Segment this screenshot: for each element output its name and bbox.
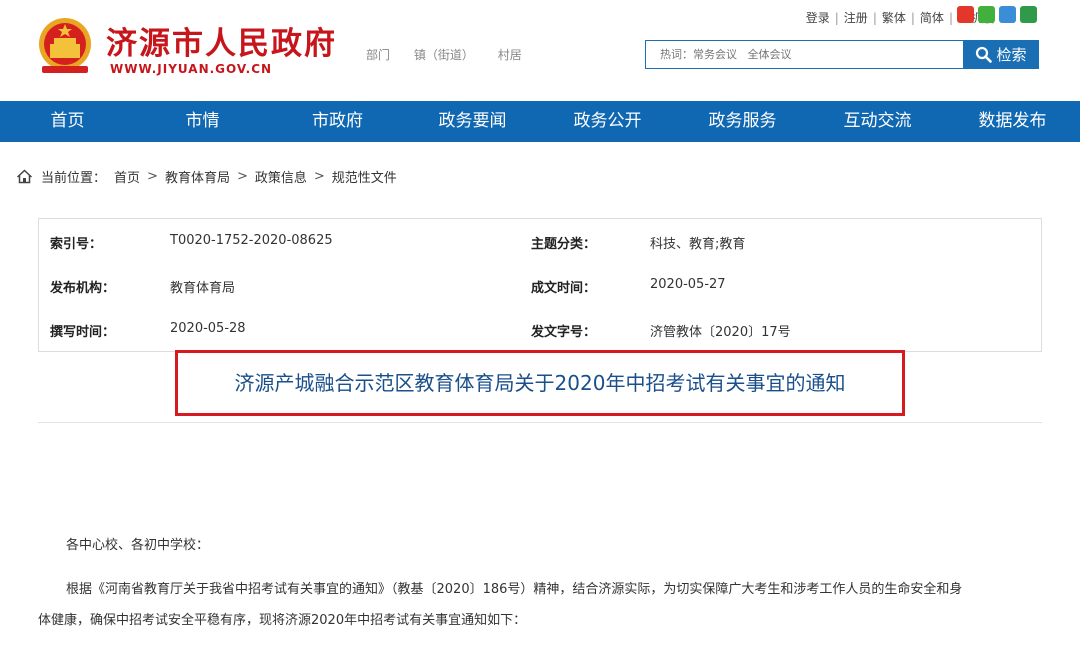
breadcrumb: 当前位置： 首页 > 教育体育局 > 政策信息 > 规范性文件 — [16, 167, 397, 186]
body-paragraph-line-2: 体健康，确保中招考试安全平稳有序，现将济源2020年中招考试有关事宜通知如下： — [38, 613, 527, 628]
national-emblem-icon — [39, 18, 91, 73]
document-number-label: 发文字号： — [531, 325, 597, 340]
nav-home[interactable]: 首页 — [0, 101, 135, 142]
search-icon — [976, 46, 993, 63]
compose-date-value: 2020-05-28 — [170, 321, 246, 336]
subject-category-label: 主题分类： — [531, 237, 597, 252]
nav-interaction[interactable]: 互动交流 — [810, 101, 945, 142]
index-number-label: 索引号： — [50, 237, 103, 252]
accessibility-icon[interactable] — [1020, 6, 1037, 23]
issuing-agency-label: 发布机构： — [50, 281, 116, 296]
search-button-label: 检索 — [996, 46, 1027, 64]
greeting-text: 各中心校、各初中学校： — [66, 538, 210, 553]
nav-data-release[interactable]: 数据发布 — [945, 101, 1080, 142]
social-icons — [957, 6, 1041, 25]
written-date-value: 2020-05-27 — [650, 277, 726, 292]
wechat-icon[interactable] — [978, 6, 995, 23]
search-box — [645, 40, 963, 69]
subject-category-value: 科技、教育;教育 — [650, 237, 746, 252]
nav-government-news[interactable]: 政务要闻 — [405, 101, 540, 142]
register-link[interactable]: 注册 — [844, 11, 868, 25]
body-paragraph-line-1: 根据《河南省教育厅关于我省中招考试有关事宜的通知》（教基〔2020〕186号）精… — [66, 582, 963, 597]
issuing-agency-value: 教育体育局 — [170, 281, 236, 296]
simplified-chinese-link[interactable]: 简体 — [920, 11, 944, 25]
nav-government-disclosure[interactable]: 政务公开 — [540, 101, 675, 142]
sub-link-villages[interactable]: 村居 — [498, 48, 522, 62]
nav-city-government[interactable]: 市政府 — [270, 101, 405, 142]
site-header: 济源市人民政府 WWW.JIYUAN.GOV.CN 部门 镇（街道） 村居 登录… — [0, 0, 1080, 100]
site-url: WWW.JIYUAN.GOV.CN — [110, 62, 273, 76]
login-link[interactable]: 登录 — [806, 11, 830, 25]
page-title: 济源产城融合示范区教育体育局关于2020年中招考试有关事宜的通知 — [234, 371, 846, 395]
info-row: 撰写时间： 2020-05-28 发文字号： 济管教体〔2020〕17号 — [39, 321, 1041, 341]
nav-government-services[interactable]: 政务服务 — [675, 101, 810, 142]
breadcrumb-policy-info[interactable]: 政策信息 — [255, 167, 307, 186]
document-number-value: 济管教体〔2020〕17号 — [650, 325, 791, 340]
search-input[interactable] — [646, 41, 960, 68]
site-name[interactable]: 济源市人民政府 — [106, 18, 337, 63]
search-button[interactable]: 检索 — [963, 40, 1039, 69]
breadcrumb-home[interactable]: 首页 — [114, 167, 140, 186]
index-number-value: T0020-1752-2020-08625 — [170, 233, 333, 248]
mobile-icon[interactable] — [999, 6, 1016, 23]
info-row: 索引号： T0020-1752-2020-08625 主题分类： 科技、教育;教… — [39, 233, 1041, 253]
breadcrumb-label: 当前位置： — [41, 171, 107, 186]
document-info-table: 索引号： T0020-1752-2020-08625 主题分类： 科技、教育;教… — [38, 218, 1042, 352]
written-date-label: 成文时间： — [531, 281, 597, 296]
sub-link-towns[interactable]: 镇（街道） — [414, 48, 474, 62]
highlighted-title-box: 济源产城融合示范区教育体育局关于2020年中招考试有关事宜的通知 — [175, 350, 905, 416]
breadcrumb-normative-documents[interactable]: 规范性文件 — [332, 167, 397, 186]
sub-link-departments[interactable]: 部门 — [366, 48, 390, 62]
home-icon — [16, 169, 33, 184]
info-row: 发布机构： 教育体育局 成文时间： 2020-05-27 — [39, 277, 1041, 297]
sub-links: 部门 镇（街道） 村居 — [366, 46, 542, 63]
nav-city-info[interactable]: 市情 — [135, 101, 270, 142]
main-nav: 首页 市情 市政府 政务要闻 政务公开 政务服务 互动交流 数据发布 — [0, 101, 1080, 142]
traditional-chinese-link[interactable]: 繁体 — [882, 11, 906, 25]
breadcrumb-education-bureau[interactable]: 教育体育局 — [165, 167, 230, 186]
divider — [38, 422, 1042, 423]
compose-date-label: 撰写时间： — [50, 325, 116, 340]
weibo-icon[interactable] — [957, 6, 974, 23]
